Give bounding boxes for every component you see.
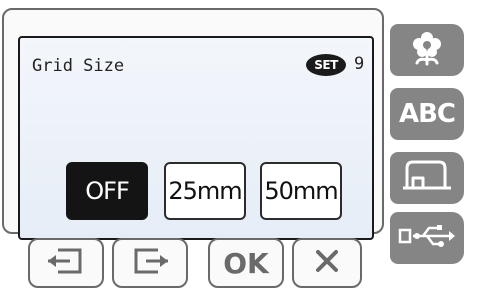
- character-button[interactable]: ABC: [390, 88, 464, 140]
- screen-title: Grid Size: [32, 56, 125, 76]
- abc-text-icon: ABC: [398, 99, 456, 129]
- previous-page-button[interactable]: [28, 238, 104, 288]
- ok-button[interactable]: OK: [208, 238, 284, 288]
- lcd-screen: Grid Size SET 9 OFF 25mm 50mm: [18, 36, 374, 240]
- next-page-icon: [128, 246, 172, 280]
- close-icon: [314, 248, 340, 278]
- previous-page-icon: [44, 246, 88, 280]
- set-badge: SET: [306, 54, 346, 76]
- set-number: 9: [354, 54, 365, 74]
- usb-icon: [397, 218, 457, 258]
- sewing-machine-icon: [401, 158, 453, 198]
- ok-label: OK: [223, 246, 269, 280]
- sewing-machine-button[interactable]: [390, 152, 464, 204]
- flower-icon: [407, 28, 447, 72]
- next-page-button[interactable]: [112, 238, 188, 288]
- grid-option-off[interactable]: OFF: [66, 162, 148, 220]
- grid-option-25mm[interactable]: 25mm: [164, 162, 246, 220]
- grid-option-50mm[interactable]: 50mm: [260, 162, 342, 220]
- usb-button[interactable]: [390, 212, 464, 264]
- lcd-panel-frame: Grid Size SET 9 OFF 25mm 50mm: [2, 8, 384, 240]
- pattern-button[interactable]: [390, 24, 464, 76]
- close-button[interactable]: [292, 238, 362, 288]
